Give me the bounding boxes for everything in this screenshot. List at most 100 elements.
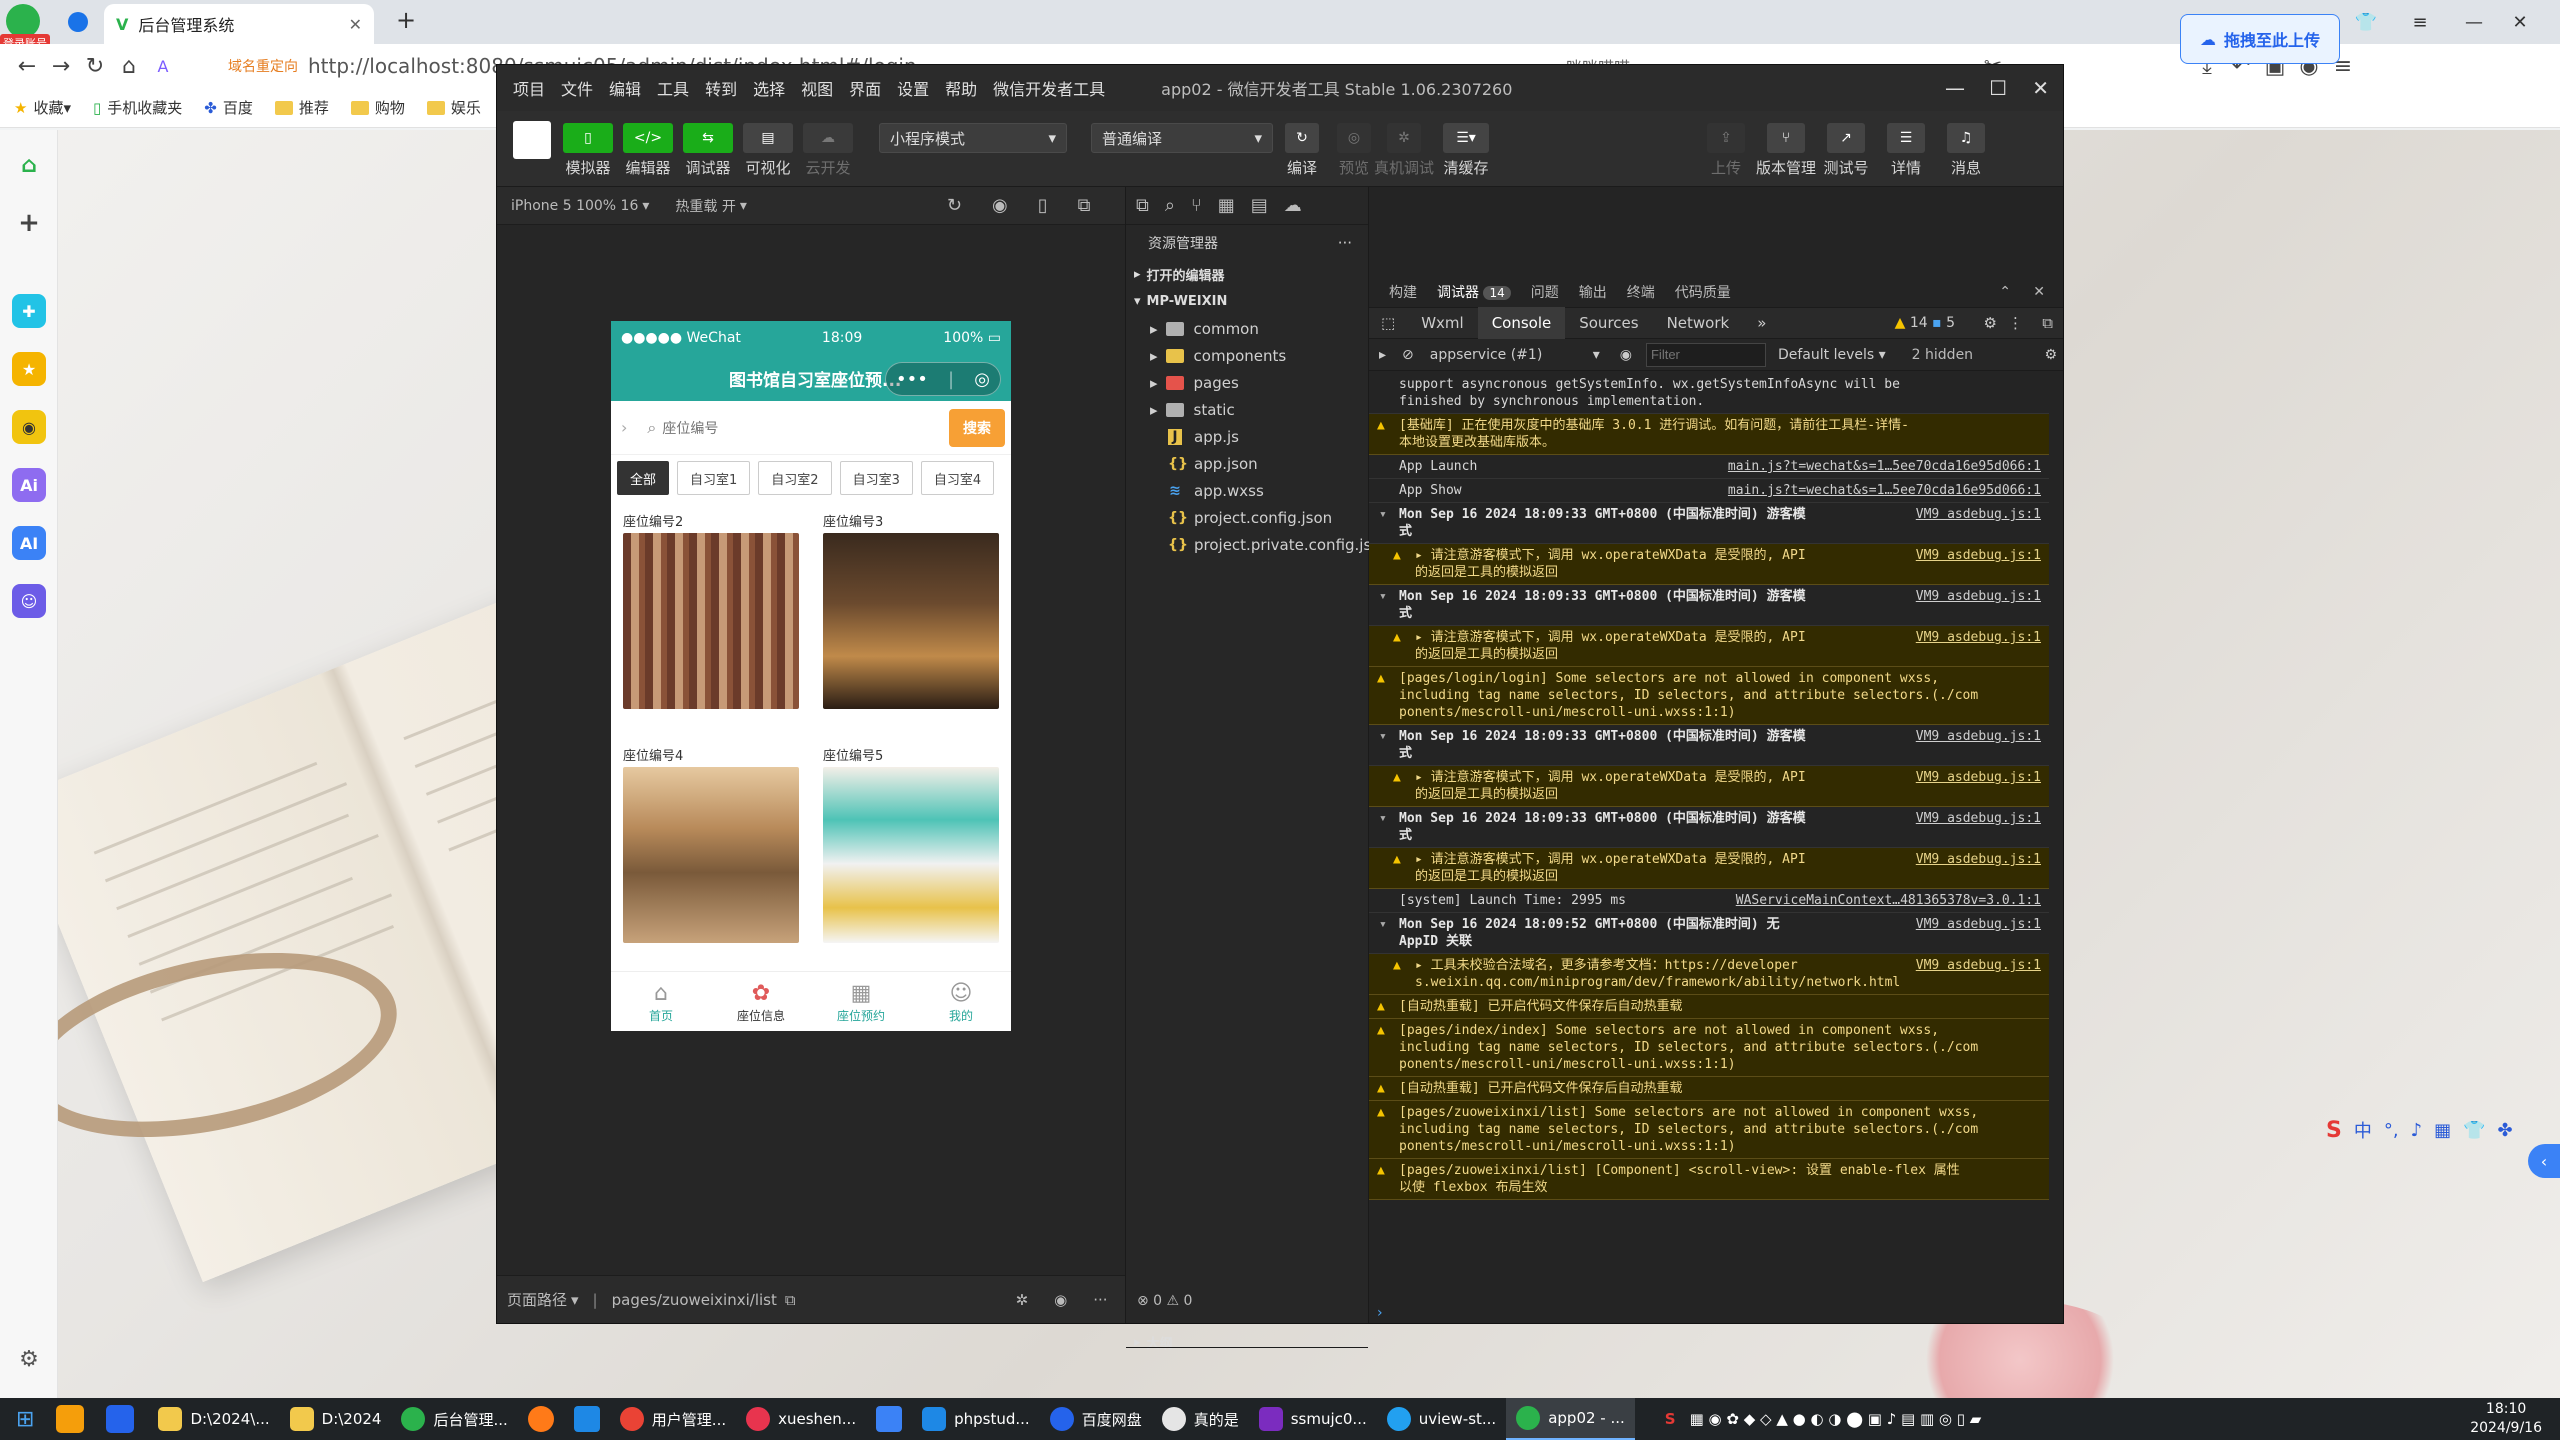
preview-icon[interactable]: ◎ [1337, 123, 1371, 153]
menu-help[interactable]: 帮助 [945, 76, 977, 100]
expand-arrow-icon[interactable]: ▾ [1379, 728, 1387, 745]
mode-select[interactable]: 小程序模式 ▾ [879, 123, 1067, 153]
folder-pages[interactable]: ▸ pages [1126, 369, 1368, 396]
panel-icon[interactable]: ▤ [1251, 195, 1268, 216]
menu-interface[interactable]: 界面 [849, 76, 881, 100]
console-source-link[interactable]: VM9 asdebug.js:1 [1916, 957, 2041, 974]
back-icon[interactable]: ← [10, 49, 44, 83]
windows-start-icon[interactable]: ⊞ [16, 1407, 34, 1432]
bookmark-mobile[interactable]: ▯ 手机收藏夹 [93, 97, 182, 118]
menu-tools[interactable]: 工具 [657, 76, 689, 100]
chevron-up-icon[interactable]: ⌃ [1999, 284, 2011, 300]
device-select[interactable]: iPhone 5 100% 16 [511, 198, 638, 214]
issue-counts[interactable]: ▲ 14 ▪ 5 [1895, 315, 1955, 331]
open-editors-section[interactable]: ▸ 打开的编辑器 [1126, 261, 1368, 288]
kebab-menu-icon[interactable]: ⋮ [2008, 314, 2023, 332]
menu-icon[interactable]: ≡ [2400, 6, 2440, 38]
tab-code-quality[interactable]: 代码质量 [1675, 282, 1731, 302]
home-icon[interactable]: ⌂ [112, 49, 146, 83]
menu-wechat-devtools[interactable]: 微信开发者工具 [993, 76, 1105, 100]
copy-icon[interactable]: ⧉ [785, 1291, 796, 1309]
bug-icon[interactable]: ✲ [1016, 1291, 1029, 1309]
seat-card[interactable]: 座位编号4 [623, 741, 803, 943]
category-room3[interactable]: 自习室3 [839, 461, 913, 495]
seat-image[interactable] [823, 533, 999, 709]
settings-icon[interactable]: ⚙ [12, 1342, 46, 1376]
expand-arrow-icon[interactable]: ▾ [1379, 588, 1387, 605]
taskbar-item[interactable]: ssmujc0... [1249, 1398, 1377, 1440]
more-icon[interactable]: ••• [896, 369, 928, 390]
details-icon[interactable]: ☰ [1887, 123, 1925, 153]
console-source-link[interactable]: main.js?t=wechat&s=1…5ee70cda16e95d066:1 [1728, 482, 2041, 499]
clear-console-icon[interactable]: ⊘ [1396, 347, 1420, 363]
seat-image[interactable] [623, 533, 799, 709]
device-debug-icon[interactable]: ✲ [1387, 123, 1421, 153]
keyboard-icon[interactable]: ▦ [2434, 1120, 2451, 1141]
page-path-label[interactable]: 页面路径 [507, 1289, 567, 1310]
popout-icon[interactable]: ⧉ [1078, 195, 1091, 216]
dock-icon[interactable]: ⧉ [2042, 314, 2053, 332]
avatar[interactable] [513, 121, 551, 159]
chevron-right-icon[interactable]: › [621, 418, 627, 437]
bookmark-favorites[interactable]: ★ 收藏 ▾ [14, 97, 71, 118]
tab-terminal[interactable]: 终端 [1627, 282, 1655, 302]
side-collapse-icon[interactable]: ‹ [2528, 1144, 2560, 1178]
sogou-tray-icon[interactable]: S [1665, 1410, 1676, 1428]
console-prompt[interactable]: › [1377, 1305, 1383, 1321]
console-settings-icon[interactable]: ⚙ [2044, 347, 2057, 363]
chinese-mode-icon[interactable]: 中 [2354, 1117, 2372, 1143]
console-source-link[interactable]: VM9 asdebug.js:1 [1916, 851, 2041, 868]
console-source-link[interactable]: VM9 asdebug.js:1 [1916, 769, 2041, 786]
close-icon[interactable]: ✕ [2032, 76, 2049, 100]
record-icon[interactable]: ◉ [992, 195, 1008, 216]
project-root[interactable]: ▾ MP-WEIXIN [1126, 288, 1368, 315]
compile-select[interactable]: 普通编译 ▾ [1091, 123, 1273, 153]
rotate-icon[interactable]: ↻ [947, 195, 962, 216]
bookmark-recommend[interactable]: 推荐 [274, 97, 329, 118]
cloud-icon[interactable]: ☁ [1284, 195, 1302, 216]
tab-seat-booking[interactable]: ▦ 座位预约 [811, 972, 911, 1031]
tab-build[interactable]: 构建 [1389, 282, 1417, 302]
close-window-icon[interactable]: ✕ [2500, 6, 2540, 38]
ai-icon[interactable]: A [146, 49, 180, 83]
levels-select[interactable]: Default levels ▾ [1778, 347, 1886, 363]
category-room4[interactable]: 自习室4 [920, 461, 995, 495]
filter-input[interactable] [1645, 342, 1766, 367]
taskbar-item[interactable]: uview-st... [1377, 1398, 1506, 1440]
git-icon[interactable]: ⑂ [1191, 195, 1202, 216]
taskbar-item[interactable]: 真的是 [1152, 1398, 1249, 1440]
shield-icon[interactable] [106, 1405, 135, 1433]
app-icon[interactable] [56, 1405, 85, 1433]
taskbar-item[interactable]: 用户管理... [610, 1398, 736, 1440]
system-clock[interactable]: 18:10 2024/9/16 [2470, 1400, 2542, 1438]
inspect-icon[interactable]: ⬚ [1369, 314, 1407, 332]
folder-static[interactable]: ▸ static [1126, 396, 1368, 423]
console-source-link[interactable]: WAServiceMainContext…481365378v=3.0.1:1 [1736, 892, 2041, 909]
minimize-icon[interactable]: — [1945, 76, 1965, 100]
code-icon[interactable]: </> [623, 123, 673, 153]
hot-reload-toggle[interactable]: 热重载 开 [675, 196, 735, 216]
ai-app-icon[interactable]: Ai [12, 468, 46, 502]
tab-console[interactable]: Console [1477, 307, 1566, 339]
shirt-icon[interactable]: 👕 [2346, 6, 2386, 38]
layout-icon[interactable]: ▤ [743, 123, 793, 153]
taskbar-item[interactable]: 后台管理... [391, 1398, 517, 1440]
minimize-icon[interactable]: — [2454, 6, 2494, 38]
debug-icon[interactable]: ⇆ [683, 123, 733, 153]
tab-sources[interactable]: Sources [1565, 307, 1652, 339]
seat-card[interactable]: 座位编号3 [823, 507, 1003, 709]
reload-icon[interactable]: ↻ [78, 49, 112, 83]
layers-icon[interactable]: ☰▾ [1443, 123, 1489, 153]
upload-icon[interactable]: ⇪ [1707, 123, 1745, 153]
file-app-wxss[interactable]: ≋ app.wxss [1126, 477, 1368, 504]
seat-image[interactable] [623, 767, 799, 943]
close-panel-icon[interactable]: ✕ [2033, 284, 2045, 300]
browser-tab-admin[interactable]: V 后台管理系统 ✕ [104, 4, 374, 44]
app-icon[interactable] [573, 1406, 600, 1432]
tab-debugger[interactable]: 调试器 14 [1437, 282, 1511, 302]
maximize-icon[interactable]: ☐ [1989, 76, 2007, 100]
sogou-icon[interactable]: S [2326, 1118, 2342, 1143]
new-tab-icon[interactable]: + [396, 6, 416, 34]
sidebar-toggle-icon[interactable]: ▸ [1369, 347, 1396, 363]
tab-problems[interactable]: 问题 [1531, 282, 1559, 302]
